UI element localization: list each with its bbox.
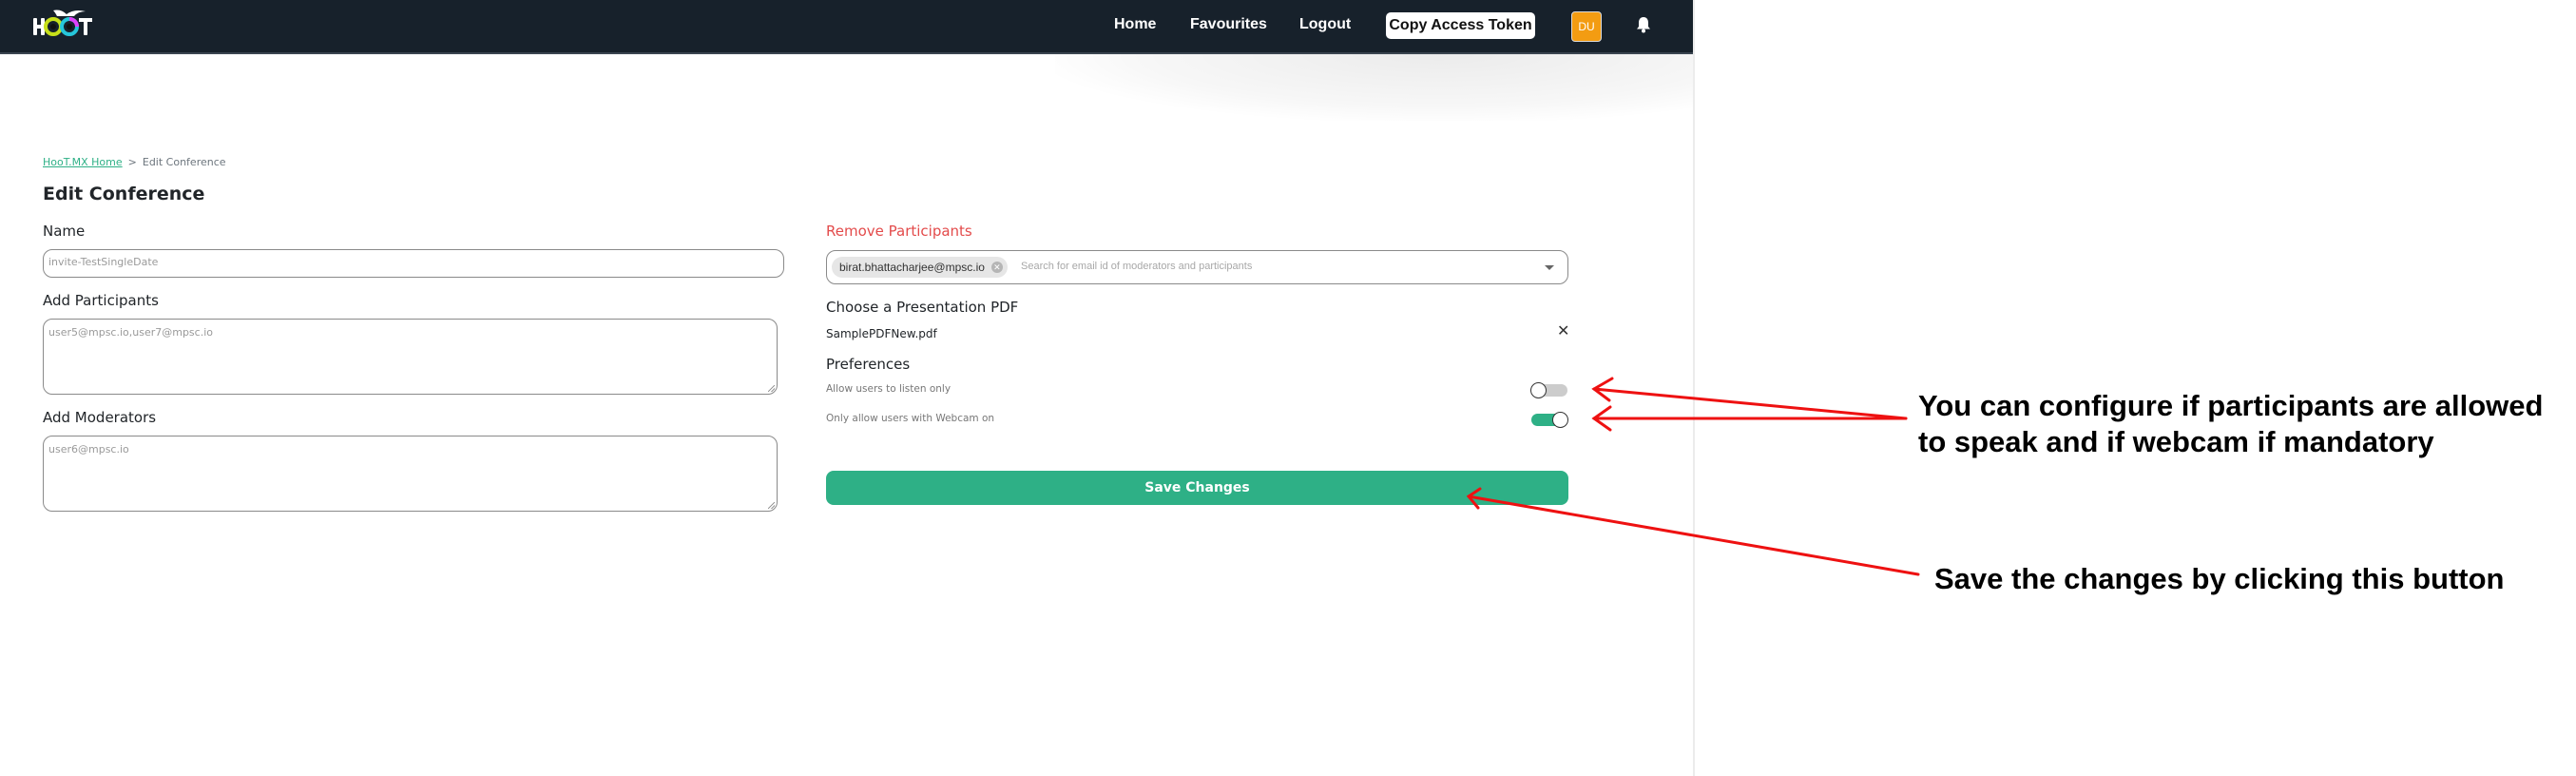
add-participants-placeholder: user5@mpsc.io,user7@mpsc.io xyxy=(48,326,213,339)
top-navbar: Home Favourites Logout Copy Access Token… xyxy=(0,0,1693,54)
add-moderators-textarea[interactable]: user6@mpsc.io xyxy=(43,436,778,512)
toggle-knob xyxy=(1552,412,1568,428)
remove-participants-label: Remove Participants xyxy=(826,223,972,240)
resize-handle-icon[interactable] xyxy=(768,502,775,509)
add-participants-textarea[interactable]: user5@mpsc.io,user7@mpsc.io xyxy=(43,319,778,395)
add-participants-label: Add Participants xyxy=(43,292,159,309)
nav-logout-link[interactable]: Logout xyxy=(1299,16,1351,33)
breadcrumb-separator: > xyxy=(127,156,137,168)
name-label: Name xyxy=(43,223,86,240)
webcam-required-toggle[interactable] xyxy=(1531,412,1568,428)
breadcrumb: HooT.MX Home > Edit Conference xyxy=(43,156,226,168)
pref-listen-only-label: Allow users to listen only xyxy=(826,383,952,395)
remove-pdf-close-icon[interactable]: ✕ xyxy=(1557,323,1569,339)
participant-search-placeholder[interactable]: Search for email id of moderators and pa… xyxy=(1021,261,1252,272)
nav-home-link[interactable]: Home xyxy=(1114,16,1156,33)
preferences-label: Preferences xyxy=(826,356,911,373)
chevron-down-icon[interactable] xyxy=(1545,265,1554,270)
annotation-save-note: Save the changes by clicking this button xyxy=(1934,562,2505,595)
chip-remove-icon[interactable]: ✕ xyxy=(990,262,1003,273)
listen-only-toggle[interactable] xyxy=(1530,382,1567,398)
remove-participants-select[interactable]: birat.bhattacharjee@mpsc.io ✕ Search for… xyxy=(826,250,1568,284)
name-input-placeholder: invite-TestSingleDate xyxy=(48,256,159,268)
add-moderators-label: Add Moderators xyxy=(43,409,157,426)
navbar-shadow xyxy=(1055,54,1693,121)
annotation-config-note: You can configure if participants are al… xyxy=(1918,388,2543,460)
copy-access-token-button[interactable]: Copy Access Token xyxy=(1386,12,1535,39)
name-input[interactable]: invite-TestSingleDate xyxy=(43,249,784,278)
selected-participant-chip: birat.bhattacharjee@mpsc.io ✕ xyxy=(832,257,1008,278)
app-screenshot: Home Favourites Logout Copy Access Token… xyxy=(0,0,1695,776)
user-avatar[interactable]: DU xyxy=(1571,11,1602,42)
pdf-file-name: SamplePDFNew.pdf xyxy=(826,327,937,340)
bell-icon[interactable] xyxy=(1636,16,1651,33)
toggle-knob xyxy=(1530,382,1547,398)
presentation-pdf-label: Choose a Presentation PDF xyxy=(826,299,1019,316)
chip-label: birat.bhattacharjee@mpsc.io xyxy=(839,261,985,274)
save-changes-button[interactable]: Save Changes xyxy=(826,471,1568,505)
page-title: Edit Conference xyxy=(43,184,205,204)
pref-webcam-on-label: Only allow users with Webcam on xyxy=(826,413,995,424)
hoot-logo[interactable] xyxy=(32,9,95,39)
annotation-config-line1: You can configure if participants are al… xyxy=(1918,389,2544,422)
nav-favourites-link[interactable]: Favourites xyxy=(1190,16,1267,33)
resize-handle-icon[interactable] xyxy=(768,385,775,392)
add-moderators-placeholder: user6@mpsc.io xyxy=(48,443,129,456)
breadcrumb-current: Edit Conference xyxy=(142,156,226,168)
breadcrumb-home-link[interactable]: HooT.MX Home xyxy=(43,156,123,168)
annotation-config-line2: to speak and if webcam if mandatory xyxy=(1918,425,2434,458)
